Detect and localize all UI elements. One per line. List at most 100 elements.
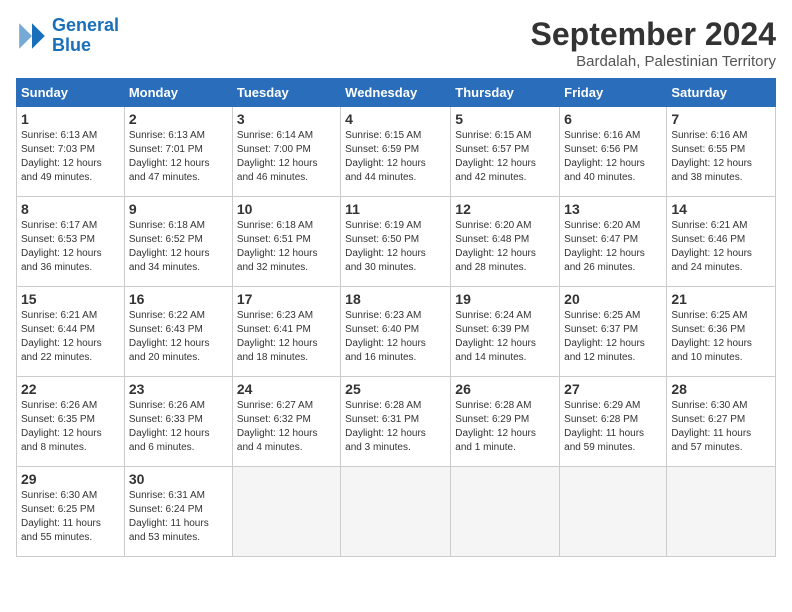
calendar-header-row: SundayMondayTuesdayWednesdayThursdayFrid… — [17, 79, 776, 107]
calendar-cell: 16 Sunrise: 6:22 AMSunset: 6:43 PMDayligh… — [124, 287, 232, 377]
calendar-cell: 25Sunrise: 6:28 AMSunset: 6:31 PMDayligh… — [341, 377, 451, 467]
logo-line1: General — [52, 15, 119, 35]
day-info: Sunrise: 6:29 AMSunset: 6:28 PMDaylight:… — [564, 399, 662, 455]
calendar-cell: 13Sunrise: 6:20 AMSunset: 6:47 PMDayligh… — [560, 197, 667, 287]
day-info: Sunrise: 6:30 AMSunset: 6:25 PMDaylight:… — [21, 489, 120, 545]
calendar-cell: 22 Sunrise: 6:26 AMSunset: 6:35 PMDayligh… — [17, 377, 125, 467]
calendar-cell: 18Sunrise: 6:23 AMSunset: 6:40 PMDayligh… — [341, 287, 451, 377]
day-number: 20 — [564, 291, 662, 307]
col-header-tuesday: Tuesday — [232, 79, 340, 107]
day-number: 14 — [671, 201, 771, 217]
calendar-cell: 20 Sunrise: 6:25 AMSunset: 6:37 PMDayligh… — [560, 287, 667, 377]
day-info: Sunrise: 6:13 AMSunset: 7:03 PMDaylight:… — [21, 129, 120, 185]
day-info: Sunrise: 6:26 AMSunset: 6:35 PMDaylight:… — [21, 399, 120, 455]
calendar-cell: 5Sunrise: 6:15 AMSunset: 6:57 PMDaylight… — [451, 107, 560, 197]
calendar-cell: 19 Sunrise: 6:24 AMSunset: 6:39 PMDayligh… — [451, 287, 560, 377]
day-info: Sunrise: 6:31 AMSunset: 6:24 PMDaylight:… — [129, 489, 228, 545]
col-header-saturday: Saturday — [667, 79, 776, 107]
calendar-cell: 21 Sunrise: 6:25 AMSunset: 6:36 PMDayligh… — [667, 287, 776, 377]
calendar-cell: 11 Sunrise: 6:19 AMSunset: 6:50 PMDayligh… — [341, 197, 451, 287]
calendar-cell: 7 Sunrise: 6:16 AMSunset: 6:55 PMDaylight… — [667, 107, 776, 197]
calendar-cell: 29 Sunrise: 6:30 AMSunset: 6:25 PMDayligh… — [17, 467, 125, 557]
col-header-wednesday: Wednesday — [341, 79, 451, 107]
calendar-cell: 23 Sunrise: 6:26 AMSunset: 6:33 PMDayligh… — [124, 377, 232, 467]
day-number: 6 — [564, 111, 662, 127]
calendar-cell: 14 Sunrise: 6:21 AMSunset: 6:46 PMDayligh… — [667, 197, 776, 287]
calendar-week-5: 29 Sunrise: 6:30 AMSunset: 6:25 PMDayligh… — [17, 467, 776, 557]
logo-icon — [16, 20, 48, 52]
day-number: 22 — [21, 381, 120, 397]
day-info: Sunrise: 6:18 AMSunset: 6:51 PMDaylight:… — [237, 219, 336, 275]
day-number: 15 — [21, 291, 120, 307]
logo-line2: Blue — [52, 35, 91, 55]
calendar-cell: 27 Sunrise: 6:29 AMSunset: 6:28 PMDayligh… — [560, 377, 667, 467]
day-number: 1 — [21, 111, 120, 127]
day-info: Sunrise: 6:20 AMSunset: 6:48 PMDaylight:… — [455, 219, 555, 275]
day-number: 5 — [455, 111, 555, 127]
calendar-cell: 10Sunrise: 6:18 AMSunset: 6:51 PMDayligh… — [232, 197, 340, 287]
day-number: 21 — [671, 291, 771, 307]
day-number: 29 — [21, 471, 120, 487]
day-info: Sunrise: 6:20 AMSunset: 6:47 PMDaylight:… — [564, 219, 662, 275]
col-header-thursday: Thursday — [451, 79, 560, 107]
day-info: Sunrise: 6:19 AMSunset: 6:50 PMDaylight:… — [345, 219, 446, 275]
calendar-cell: 12 Sunrise: 6:20 AMSunset: 6:48 PMDayligh… — [451, 197, 560, 287]
day-info: Sunrise: 6:22 AMSunset: 6:43 PMDaylight:… — [129, 309, 228, 365]
calendar-cell — [451, 467, 560, 557]
day-number: 4 — [345, 111, 446, 127]
month-title: September 2024 — [531, 16, 776, 53]
day-info: Sunrise: 6:15 AMSunset: 6:59 PMDaylight:… — [345, 129, 446, 185]
col-header-sunday: Sunday — [17, 79, 125, 107]
day-info: Sunrise: 6:21 AMSunset: 6:46 PMDaylight:… — [671, 219, 771, 275]
day-number: 11 — [345, 201, 446, 217]
col-header-monday: Monday — [124, 79, 232, 107]
day-number: 19 — [455, 291, 555, 307]
day-number: 25 — [345, 381, 446, 397]
day-number: 8 — [21, 201, 120, 217]
page-header: General Blue September 2024 Bardalah, Pa… — [16, 16, 776, 70]
day-info: Sunrise: 6:24 AMSunset: 6:39 PMDaylight:… — [455, 309, 555, 365]
calendar-cell: 17 Sunrise: 6:23 AMSunset: 6:41 PMDayligh… — [232, 287, 340, 377]
day-info: Sunrise: 6:25 AMSunset: 6:37 PMDaylight:… — [564, 309, 662, 365]
day-number: 17 — [237, 291, 336, 307]
logo-text: General Blue — [52, 16, 119, 56]
day-number: 27 — [564, 381, 662, 397]
day-number: 12 — [455, 201, 555, 217]
calendar-cell — [560, 467, 667, 557]
day-number: 7 — [671, 111, 771, 127]
col-header-friday: Friday — [560, 79, 667, 107]
day-info: Sunrise: 6:26 AMSunset: 6:33 PMDaylight:… — [129, 399, 228, 455]
day-info: Sunrise: 6:14 AMSunset: 7:00 PMDaylight:… — [237, 129, 336, 185]
title-block: September 2024 Bardalah, Palestinian Ter… — [531, 16, 776, 70]
day-info: Sunrise: 6:23 AMSunset: 6:40 PMDaylight:… — [345, 309, 446, 365]
day-info: Sunrise: 6:21 AMSunset: 6:44 PMDaylight:… — [21, 309, 120, 365]
calendar-cell — [667, 467, 776, 557]
calendar-cell: 3 Sunrise: 6:14 AMSunset: 7:00 PMDaylight… — [232, 107, 340, 197]
location-subtitle: Bardalah, Palestinian Territory — [531, 53, 776, 70]
day-info: Sunrise: 6:16 AMSunset: 6:55 PMDaylight:… — [671, 129, 771, 185]
day-info: Sunrise: 6:23 AMSunset: 6:41 PMDaylight:… — [237, 309, 336, 365]
day-info: Sunrise: 6:16 AMSunset: 6:56 PMDaylight:… — [564, 129, 662, 185]
calendar-cell: 26 Sunrise: 6:28 AMSunset: 6:29 PMDayligh… — [451, 377, 560, 467]
calendar-week-4: 22 Sunrise: 6:26 AMSunset: 6:35 PMDayligh… — [17, 377, 776, 467]
day-info: Sunrise: 6:28 AMSunset: 6:29 PMDaylight:… — [455, 399, 555, 455]
calendar-cell: 15 Sunrise: 6:21 AMSunset: 6:44 PMDayligh… — [17, 287, 125, 377]
logo: General Blue — [16, 16, 119, 56]
calendar-cell: 28Sunrise: 6:30 AMSunset: 6:27 PMDayligh… — [667, 377, 776, 467]
day-number: 28 — [671, 381, 771, 397]
day-number: 3 — [237, 111, 336, 127]
day-info: Sunrise: 6:27 AMSunset: 6:32 PMDaylight:… — [237, 399, 336, 455]
day-number: 30 — [129, 471, 228, 487]
day-number: 24 — [237, 381, 336, 397]
calendar-cell: 6 Sunrise: 6:16 AMSunset: 6:56 PMDaylight… — [560, 107, 667, 197]
calendar-cell: 1 Sunrise: 6:13 AMSunset: 7:03 PMDaylight… — [17, 107, 125, 197]
calendar-cell: 8Sunrise: 6:17 AMSunset: 6:53 PMDaylight… — [17, 197, 125, 287]
day-number: 23 — [129, 381, 228, 397]
day-info: Sunrise: 6:25 AMSunset: 6:36 PMDaylight:… — [671, 309, 771, 365]
day-number: 16 — [129, 291, 228, 307]
calendar-cell — [341, 467, 451, 557]
day-number: 26 — [455, 381, 555, 397]
day-number: 2 — [129, 111, 228, 127]
calendar-cell: 2Sunrise: 6:13 AMSunset: 7:01 PMDaylight… — [124, 107, 232, 197]
day-info: Sunrise: 6:18 AMSunset: 6:52 PMDaylight:… — [129, 219, 228, 275]
